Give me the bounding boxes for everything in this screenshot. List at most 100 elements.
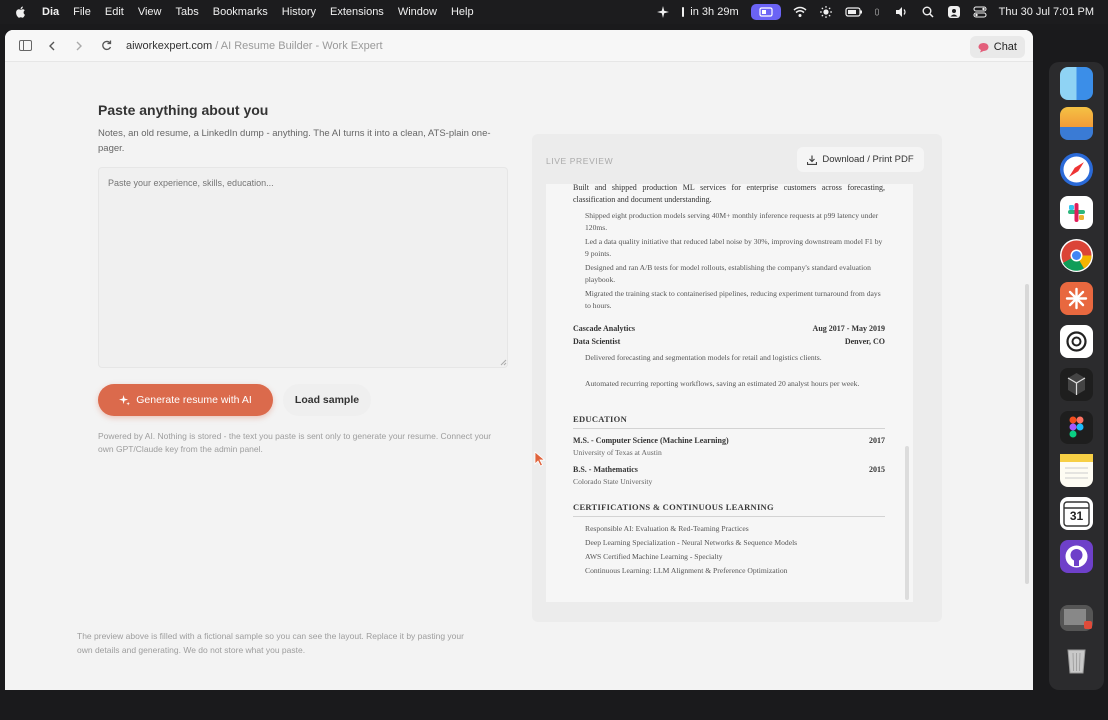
preview-label: LIVE PREVIEW	[546, 156, 614, 166]
user-switch-icon[interactable]	[947, 6, 961, 18]
list-item: Deep Learning Specialization - Neural Ne…	[585, 538, 798, 547]
education-entry: B.S. - Mathematics 2015	[573, 465, 885, 474]
browser-toolbar: aiworkexpert.com / AI Resume Builder - W…	[5, 30, 1033, 62]
job-company: Cascade Analytics	[573, 324, 635, 333]
trash-icon[interactable]	[1060, 644, 1093, 677]
chat-button[interactable]: Chat	[969, 36, 1025, 58]
resize-handle-icon[interactable]	[500, 359, 507, 366]
slack-icon[interactable]	[1060, 196, 1093, 229]
app-name-menu[interactable]: Dia	[42, 6, 59, 18]
job-role: Data Scientist	[573, 337, 621, 346]
menu-tabs[interactable]: Tabs	[175, 6, 198, 18]
list-item: Shipped eight production models serving …	[585, 211, 879, 232]
job-role-line: Data Scientist Denver, CO	[573, 337, 885, 346]
sparkle-icon[interactable]	[656, 6, 670, 18]
job-summary: Built and shipped production ML services…	[573, 184, 885, 204]
list-item: Automated recurring reporting workflows,…	[585, 379, 860, 388]
figma-icon[interactable]	[1060, 411, 1093, 444]
page-description: Notes, an old resume, a LinkedIn dump - …	[98, 128, 491, 154]
job-location: Denver, CO	[844, 337, 885, 346]
degree-year: 2017	[869, 436, 885, 445]
menu-bookmarks[interactable]: Bookmarks	[213, 6, 268, 18]
menu-history[interactable]: History	[282, 6, 316, 18]
download-label: Download / Print PDF	[822, 154, 914, 165]
calendar-day: 31	[1069, 509, 1084, 523]
chat-label: Chat	[993, 41, 1017, 53]
toggle-icon[interactable]	[874, 6, 883, 18]
school: University of Texas at Austin	[573, 448, 662, 457]
certifications-heading: CERTIFICATIONS & CONTINUOUS LEARNING	[573, 502, 885, 517]
timer-text: in 3h 29m	[690, 6, 739, 18]
degree: B.S. - Mathematics	[573, 465, 638, 474]
timer-bar-icon	[682, 7, 685, 17]
list-item: Migrated the training stack to container…	[585, 289, 881, 310]
load-sample-button[interactable]: Load sample	[283, 384, 371, 416]
finder-icon[interactable]	[1060, 67, 1093, 100]
experience-textarea[interactable]	[98, 167, 508, 368]
screen-record-icon[interactable]	[750, 4, 781, 20]
chevron-left-icon	[49, 41, 55, 50]
job-dates: Aug 2017 - May 2019	[812, 324, 885, 333]
menu-edit[interactable]: Edit	[105, 6, 124, 18]
degree: M.S. - Computer Science (Machine Learnin…	[573, 436, 729, 445]
sample-footnote: The preview above is filled with a ficti…	[77, 631, 464, 655]
resume-document[interactable]: Built and shipped production ML services…	[546, 184, 913, 602]
menu-window[interactable]: Window	[398, 6, 437, 18]
notes-icon[interactable]	[1060, 454, 1093, 487]
url-domain: aiworkexpert.com	[126, 39, 213, 52]
reload-button[interactable]	[95, 35, 117, 57]
menu-file[interactable]: File	[73, 6, 91, 18]
search-icon[interactable]	[921, 6, 935, 18]
preview-scrollbar[interactable]	[905, 446, 909, 600]
dock: 31	[1049, 62, 1104, 690]
wifi-icon[interactable]	[793, 6, 807, 18]
cursor-icon[interactable]	[1060, 368, 1093, 401]
address-bar[interactable]: aiworkexpert.com / AI Resume Builder - W…	[126, 40, 383, 52]
mouse-cursor-icon	[534, 451, 546, 467]
education-entry: M.S. - Computer Science (Machine Learnin…	[573, 436, 885, 445]
privacy-note: Powered by AI. Nothing is stored - the t…	[98, 431, 492, 454]
list-item: Designed and ran A/B tests for model rol…	[585, 263, 871, 284]
apple-icon[interactable]	[14, 5, 28, 19]
page-content: Paste anything about you Notes, an old r…	[5, 62, 1033, 690]
menu-view[interactable]: View	[138, 6, 162, 18]
url-title: / AI Resume Builder - Work Expert	[212, 39, 383, 52]
browser-window: aiworkexpert.com / AI Resume Builder - W…	[5, 30, 1033, 690]
brightness-icon[interactable]	[819, 6, 833, 18]
menu-extensions[interactable]: Extensions	[330, 6, 384, 18]
control-center-icon[interactable]	[973, 6, 987, 18]
safari-icon[interactable]	[1060, 153, 1093, 186]
generate-label: Generate resume with AI	[136, 394, 252, 406]
list-item: Led a data quality initiative that reduc…	[585, 237, 883, 258]
calendar-icon[interactable]: 31	[1060, 497, 1093, 530]
download-pdf-button[interactable]: Download / Print PDF	[797, 147, 924, 172]
education-heading: EDUCATION	[573, 414, 885, 429]
sparkle-icon	[119, 394, 131, 406]
sidebar-icon	[18, 40, 32, 51]
claude-icon[interactable]	[1060, 282, 1093, 315]
live-preview-panel: LIVE PREVIEW Download / Print PDF Built …	[532, 134, 942, 622]
list-item: AWS Certified Machine Learning - Special…	[585, 552, 723, 561]
generate-resume-button[interactable]: Generate resume with AI	[98, 384, 273, 416]
chevron-right-icon	[76, 41, 82, 50]
sidebar-toggle-button[interactable]	[14, 35, 36, 57]
menu-help[interactable]: Help	[451, 6, 474, 18]
chrome-icon[interactable]	[1060, 239, 1093, 272]
chatgpt-icon[interactable]	[1060, 325, 1093, 358]
github-icon[interactable]	[1060, 540, 1093, 573]
forward-button[interactable]	[68, 35, 90, 57]
preview-icon[interactable]	[1060, 605, 1093, 631]
volume-icon[interactable]	[895, 6, 909, 18]
clock-datetime[interactable]: Thu 30 Jul 7:01 PM	[999, 6, 1094, 18]
degree-year: 2015	[869, 465, 885, 474]
download-icon	[807, 155, 818, 165]
battery-icon[interactable]	[845, 6, 863, 18]
weather-icon[interactable]	[1060, 107, 1093, 140]
timer-status[interactable]: in 3h 29m	[682, 6, 739, 18]
list-item: Continuous Learning: LLM Alignment & Pre…	[585, 566, 788, 575]
chat-bubble-icon	[978, 42, 989, 52]
page-title: Paste anything about you	[98, 102, 269, 118]
back-button[interactable]	[41, 35, 63, 57]
page-scrollbar[interactable]	[1025, 284, 1029, 584]
reload-icon	[101, 40, 111, 51]
